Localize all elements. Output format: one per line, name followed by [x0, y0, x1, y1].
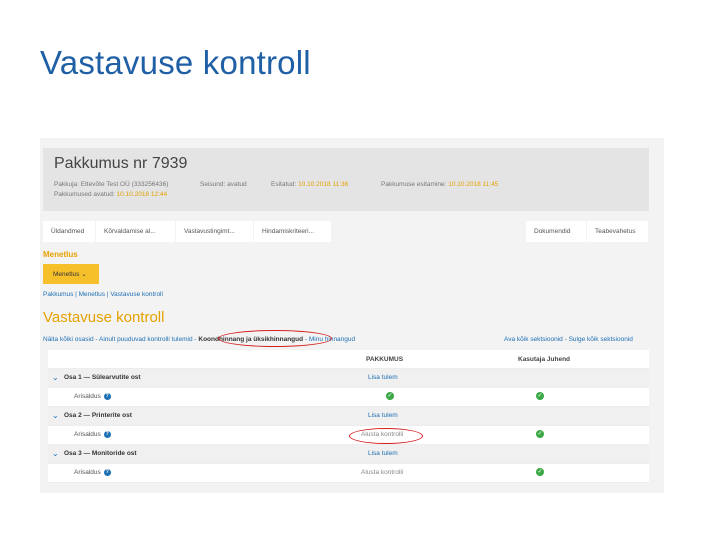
offerer-label: Pakkuja: — [54, 181, 79, 188]
row-label: Arisaldus? — [74, 431, 111, 438]
tab-documents[interactable]: Dokumendid — [526, 221, 586, 242]
compliance-table: PAKKUMUS Kasutaja Juhend ⌄ Osa 1 — Sülea… — [48, 350, 649, 483]
submission-value: 10.10.2018 11:45 — [448, 181, 499, 188]
group-name: Osa 3 — Monitoride ost — [64, 450, 137, 457]
breadcrumb[interactable]: Pakkumus | Menetlus | Vastavuse kontroll — [43, 291, 163, 298]
tab-general[interactable]: Üldandmed — [43, 221, 95, 242]
filter-show-all[interactable]: Näita kõiki osasid — [43, 336, 94, 343]
add-result-link[interactable]: Lisa tulem — [368, 374, 398, 381]
section-toggle-links: Ava kõik sektsioonid - Sulge kõik sektsi… — [504, 336, 633, 343]
status-label: Seisund: — [200, 181, 226, 188]
submitted-meta: Esitatud: 10.10.2018 11:36 — [271, 181, 348, 188]
tab-communication[interactable]: Teabevahetus — [587, 221, 648, 242]
filter-missing[interactable]: Ainult puuduvad kontrolli tulemid — [99, 336, 193, 343]
chevron-down-icon[interactable]: ⌄ — [52, 373, 59, 382]
row-label-text: Arisaldus — [74, 469, 101, 477]
check-icon: ✓ — [386, 392, 394, 400]
chevron-down-icon: ⌄ — [81, 271, 87, 278]
table-header-row: PAKKUMUS Kasutaja Juhend — [48, 350, 649, 369]
tab-compliance[interactable]: Vastavustingimt... — [176, 221, 253, 242]
column-header-manual: Kasutaja Juhend — [518, 356, 571, 363]
annotation-circle — [218, 330, 332, 347]
submission-label: Pakkumuse esitamine: — [381, 181, 447, 188]
check-icon: ✓ — [536, 430, 544, 438]
menu-button-label: Menetlus — [53, 271, 80, 278]
open-all-sections-link[interactable]: Ava kõik sektsioonid — [504, 336, 563, 343]
opened-value: 10.10.2018 12:44 — [116, 191, 168, 198]
help-icon[interactable]: ? — [103, 431, 111, 438]
group-name: Osa 1 — Sülearvutite ost — [64, 374, 141, 381]
opened-label: Pakkumused avatud: — [54, 191, 115, 198]
status-meta: Seisund: avatud — [200, 181, 247, 188]
submitted-value: 10.10.2018 11:36 — [298, 181, 349, 188]
check-icon: ✓ — [536, 392, 544, 400]
offer-header: Pakkumus nr 7939 Pakkuja: Ettevõte Test … — [43, 148, 649, 211]
row-label: Arisaldus? — [74, 469, 111, 476]
row-label-text: Arisaldus — [74, 431, 101, 439]
submitted-label: Esitatud: — [271, 181, 297, 188]
table-row: Arisaldus? ✓ ✓ — [48, 388, 649, 407]
table-row: Arisaldus? Alusta kontrolli ✓ — [48, 464, 649, 483]
help-icon[interactable]: ? — [103, 393, 111, 400]
offerer-value: Ettevõte Test OÜ (333256436) — [80, 181, 169, 188]
offer-title: Pakkumus nr 7939 — [54, 155, 188, 172]
row-label: Arisaldus? — [74, 393, 111, 400]
menu-label: Menetlus — [43, 250, 78, 259]
help-icon[interactable]: ? — [103, 469, 111, 476]
group-name: Osa 2 — Printerite ost — [64, 412, 132, 419]
check-icon: ✓ — [536, 468, 544, 476]
offerer-meta: Pakkuja: Ettevõte Test OÜ (333256436) — [54, 181, 168, 188]
opened-meta: Pakkumused avatud: 10.10.2018 12:44 — [54, 191, 167, 198]
status-value: avatud — [227, 181, 247, 188]
start-check-link[interactable]: Alusta kontrolli — [361, 469, 403, 476]
submission-meta: Pakkumuse esitamine: 10.10.2018 11:45 — [381, 181, 498, 188]
close-all-sections-link[interactable]: Sulge kõik sektsioonid — [569, 336, 633, 343]
group-row[interactable]: ⌄ Osa 2 — Printerite ost Lisa tulem — [48, 407, 649, 426]
add-result-link[interactable]: Lisa tulem — [368, 450, 398, 457]
tab-evaluation[interactable]: Hindamiskriteeri... — [254, 221, 331, 242]
row-label-text: Arisaldus — [74, 393, 101, 401]
group-row[interactable]: ⌄ Osa 3 — Monitoride ost Lisa tulem — [48, 445, 649, 464]
menu-dropdown-button[interactable]: Menetlus ⌄ — [43, 264, 99, 284]
screenshot-panel: Pakkumus nr 7939 Pakkuja: Ettevõte Test … — [40, 138, 664, 493]
chevron-down-icon[interactable]: ⌄ — [52, 411, 59, 420]
annotation-circle — [349, 428, 423, 444]
tab-exclusion[interactable]: Kõrvaldamise al... — [96, 221, 175, 242]
add-result-link[interactable]: Lisa tulem — [368, 412, 398, 419]
tab-bar-left: Üldandmed Kõrvaldamise al... Vastavustin… — [43, 221, 331, 242]
page-title: Vastavuse kontroll — [43, 309, 165, 326]
group-row[interactable]: ⌄ Osa 1 — Sülearvutite ost Lisa tulem — [48, 369, 649, 388]
tab-bar-right: Dokumendid Teabevahetus — [526, 221, 648, 242]
chevron-down-icon[interactable]: ⌄ — [52, 449, 59, 458]
slide-title: Vastavuse kontroll — [40, 44, 311, 81]
column-header-offer: PAKKUMUS — [366, 356, 404, 363]
